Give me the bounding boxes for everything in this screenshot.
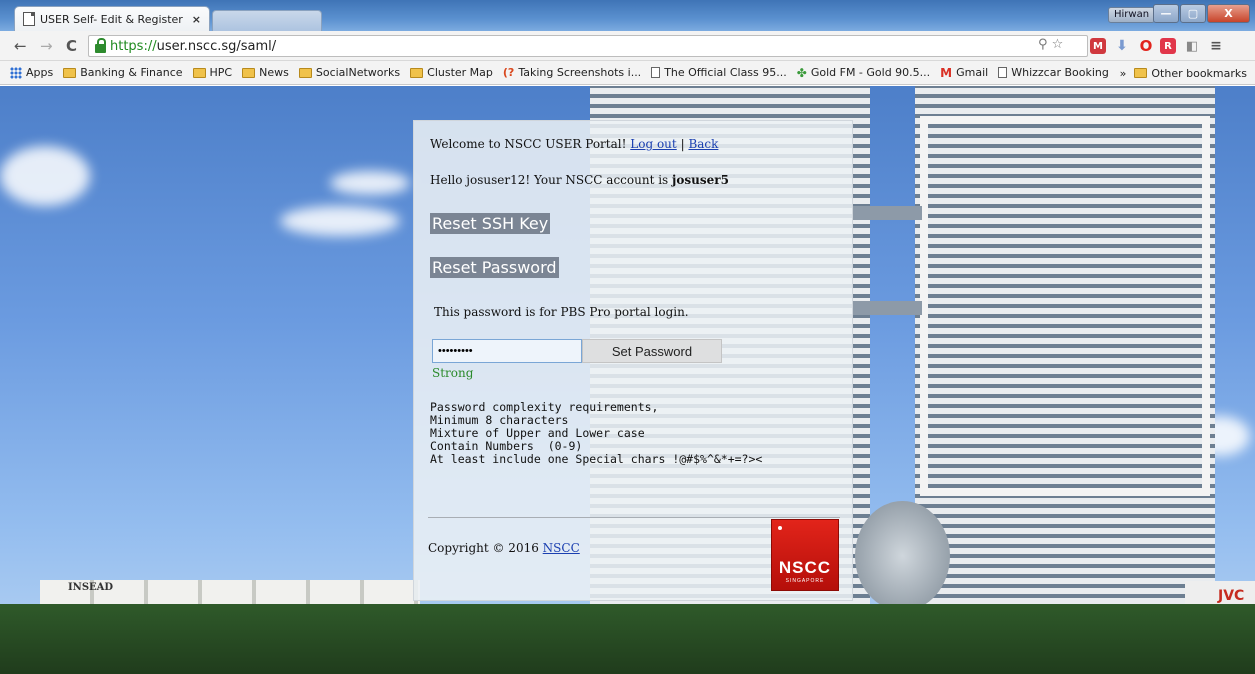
background-cloud xyxy=(330,171,410,195)
forward-arrow-icon[interactable]: → xyxy=(40,37,53,55)
download-extension-icon[interactable]: ⬇ xyxy=(1114,38,1130,54)
bookmarks-overflow-icon[interactable]: » xyxy=(1120,67,1127,80)
page-icon xyxy=(23,12,35,26)
reload-icon[interactable]: C xyxy=(66,37,77,55)
background-trees xyxy=(0,604,1255,674)
minimize-button[interactable]: — xyxy=(1153,4,1179,23)
insead-sign: INSEAD xyxy=(68,582,114,593)
puzzle-extension-icon[interactable]: ◧ xyxy=(1184,38,1200,54)
bookmark-screenshots[interactable]: (? Taking Screenshots i... xyxy=(503,66,641,79)
password-requirements: Password complexity requirements, Minimu… xyxy=(430,400,763,466)
maximize-button[interactable]: ▢ xyxy=(1180,4,1206,23)
background-cloud xyxy=(280,206,400,236)
tab-strip: USER Self- Edit & Register × Hirwan — ▢ … xyxy=(0,0,1255,31)
new-tab-button[interactable] xyxy=(212,10,322,31)
background-cloud xyxy=(0,146,90,206)
url-text: user.nscc.sg/saml/ xyxy=(156,38,277,54)
bookmark-goldfm[interactable]: ✤ Gold FM - Gold 90.5... xyxy=(797,66,930,80)
bookmark-news[interactable]: News xyxy=(242,66,289,79)
address-bar[interactable]: https://user.nscc.sg/saml/ xyxy=(88,35,1088,57)
folder-icon xyxy=(410,67,424,78)
bookmark-banking[interactable]: Banking & Finance xyxy=(63,66,183,79)
gmail-icon: M xyxy=(940,65,953,80)
red-extension-icon[interactable]: R xyxy=(1160,38,1176,54)
back-link[interactable]: Back xyxy=(688,137,718,151)
welcome-line: Welcome to NSCC USER Portal! Log out | B… xyxy=(430,137,718,151)
menu-icon[interactable]: ≡ xyxy=(1208,38,1224,54)
page-icon xyxy=(651,67,661,78)
pbs-note: This password is for PBS Pro portal logi… xyxy=(434,305,689,319)
logo-dot-icon xyxy=(778,526,782,530)
background-skybridge xyxy=(852,301,922,315)
copyright-line: Copyright © 2016 NSCC xyxy=(428,541,580,555)
reset-ssh-key-button[interactable]: Reset SSH Key xyxy=(430,213,551,234)
profile-badge[interactable]: Hirwan xyxy=(1108,7,1156,23)
nscc-link[interactable]: NSCC xyxy=(543,541,580,555)
logo-title: NSCC xyxy=(778,558,832,577)
folder-icon xyxy=(63,67,77,78)
logo-subtitle: SINGAPORE xyxy=(785,578,825,584)
footer-divider xyxy=(428,517,840,518)
bookmark-whizzcar[interactable]: Whizzcar Booking xyxy=(998,66,1109,79)
bookmark-class95[interactable]: The Official Class 95... xyxy=(651,66,787,79)
password-strength: Strong xyxy=(432,366,474,380)
folder-icon xyxy=(192,67,206,78)
tab-user-portal[interactable]: USER Self- Edit & Register × xyxy=(14,6,210,31)
welcome-text: Welcome to NSCC USER Portal! xyxy=(430,137,627,151)
hello-line: Hello josuser12! Your NSCC account is jo… xyxy=(430,173,729,187)
opera-extension-icon[interactable]: O xyxy=(1138,37,1154,55)
nscc-logo: NSCC SINGAPORE xyxy=(771,519,839,591)
password-input[interactable] xyxy=(432,339,582,363)
bookmark-hpc[interactable]: HPC xyxy=(192,66,232,79)
folder-icon xyxy=(242,67,256,78)
tab-title: USER Self- Edit & Register xyxy=(40,12,183,26)
background-skybridge xyxy=(852,206,922,220)
page-icon xyxy=(998,67,1008,78)
jvc-sign: JVC xyxy=(1218,588,1245,604)
back-arrow-icon[interactable]: ← xyxy=(14,37,27,55)
logout-link[interactable]: Log out xyxy=(630,137,676,151)
bookmarks-bar: Apps Banking & Finance HPC News SocialNe… xyxy=(0,61,1255,85)
hello-text: Hello josuser12! Your NSCC account is xyxy=(430,173,669,187)
bookmark-apps[interactable]: Apps xyxy=(10,66,53,79)
bookmark-gmail[interactable]: M Gmail xyxy=(940,66,988,80)
folder-icon xyxy=(1134,68,1148,78)
portal-panel: Welcome to NSCC USER Portal! Log out | B… xyxy=(413,120,853,601)
goldfm-icon: ✤ xyxy=(796,65,807,80)
close-window-button[interactable]: X xyxy=(1207,4,1250,23)
background-tower-frame xyxy=(920,116,1210,496)
gmail-extension-icon[interactable]: M xyxy=(1090,38,1106,54)
browser-toolbar: ← → C https://user.nscc.sg/saml/ ⚲ ☆ M ⬇… xyxy=(0,31,1255,61)
url-scheme: https:// xyxy=(110,38,157,54)
tab-close-icon[interactable]: × xyxy=(192,13,201,26)
bookmark-other[interactable]: Other bookmarks xyxy=(1134,67,1247,80)
zoom-star-icons[interactable]: ⚲ ☆ xyxy=(1038,37,1063,52)
page-viewport: INSEAD JVC Welcome to NSCC USER Portal! … xyxy=(0,86,1255,674)
account-name: josuser5 xyxy=(672,173,729,187)
link-separator: | xyxy=(680,137,685,151)
reset-password-button[interactable]: Reset Password xyxy=(430,257,559,278)
bookmark-socialnetworks[interactable]: SocialNetworks xyxy=(298,66,400,79)
folder-icon xyxy=(298,67,312,78)
set-password-button[interactable]: Set Password xyxy=(582,339,722,363)
screenshot-app-icon: (? xyxy=(502,66,515,79)
copyright-text: Copyright © 2016 xyxy=(428,541,539,555)
background-pod xyxy=(855,501,950,611)
lock-icon xyxy=(95,37,106,53)
bookmark-cluster-map[interactable]: Cluster Map xyxy=(410,66,493,79)
apps-grid-icon xyxy=(10,66,22,79)
